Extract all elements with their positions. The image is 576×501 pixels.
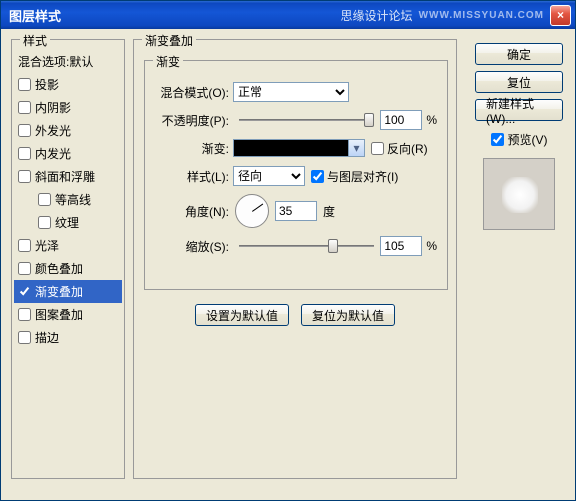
style-item-label: 图案叠加 <box>35 306 83 323</box>
style-checkbox[interactable] <box>38 193 51 206</box>
gradient-dropdown-icon[interactable]: ▾ <box>349 139 365 157</box>
style-checkbox[interactable] <box>18 331 31 344</box>
reverse-checkbox[interactable] <box>371 142 384 155</box>
style-item[interactable]: 内阴影 <box>14 96 122 119</box>
gradient-legend: 渐变 <box>153 53 183 70</box>
default-buttons-row: 设置为默认值 复位为默认值 <box>134 304 456 326</box>
cancel-button[interactable]: 复位 <box>475 71 563 93</box>
style-item[interactable]: 光泽 <box>14 234 122 257</box>
blend-mode-row: 混合模式(O): 正常 <box>155 81 437 103</box>
style-checkbox[interactable] <box>18 124 31 137</box>
style-item-label: 颜色叠加 <box>35 260 83 277</box>
scale-slider[interactable] <box>239 237 374 255</box>
angle-input[interactable] <box>275 201 317 221</box>
style-select[interactable]: 径向 <box>233 166 305 186</box>
layer-style-dialog: 图层样式 思缘设计论坛 WWW.MISSYUAN.COM × 样式 混合选项:默… <box>0 0 576 501</box>
style-item[interactable]: 斜面和浮雕 <box>14 165 122 188</box>
close-icon: × <box>557 8 564 22</box>
blend-options-header[interactable]: 混合选项:默认 <box>14 50 122 73</box>
align-checkbox-wrap[interactable]: 与图层对齐(I) <box>311 168 398 185</box>
gradient-row: 渐变: ▾ 反向(R) <box>155 137 437 159</box>
style-checkbox[interactable] <box>38 216 51 229</box>
style-list: 混合选项:默认 投影内阴影外发光内发光斜面和浮雕等高线纹理光泽颜色叠加渐变叠加图… <box>12 40 124 351</box>
styles-panel: 样式 混合选项:默认 投影内阴影外发光内发光斜面和浮雕等高线纹理光泽颜色叠加渐变… <box>11 39 125 479</box>
gradient-label: 渐变: <box>155 140 233 157</box>
opacity-slider[interactable] <box>239 111 374 129</box>
style-checkbox[interactable] <box>18 147 31 160</box>
effect-panel: 渐变叠加 渐变 混合模式(O): 正常 不透明度(P): % <box>133 39 457 479</box>
style-item[interactable]: 等高线 <box>14 188 122 211</box>
dialog-content: 样式 混合选项:默认 投影内阴影外发光内发光斜面和浮雕等高线纹理光泽颜色叠加渐变… <box>1 29 575 500</box>
style-item[interactable]: 内发光 <box>14 142 122 165</box>
scale-unit: % <box>426 239 437 253</box>
style-item-label: 外发光 <box>35 122 71 139</box>
style-item-label: 纹理 <box>55 214 79 231</box>
make-default-button[interactable]: 设置为默认值 <box>195 304 289 326</box>
style-item[interactable]: 图案叠加 <box>14 303 122 326</box>
style-item-label: 光泽 <box>35 237 59 254</box>
reverse-checkbox-wrap[interactable]: 反向(R) <box>371 140 428 157</box>
style-checkbox[interactable] <box>18 285 31 298</box>
style-item[interactable]: 纹理 <box>14 211 122 234</box>
titlebar: 图层样式 思缘设计论坛 WWW.MISSYUAN.COM × <box>1 1 575 29</box>
styles-legend: 样式 <box>20 32 50 49</box>
new-style-button[interactable]: 新建样式(W)... <box>475 99 563 121</box>
style-item[interactable]: 外发光 <box>14 119 122 142</box>
style-checkbox[interactable] <box>18 170 31 183</box>
gradient-preview[interactable] <box>233 139 349 157</box>
style-checkbox[interactable] <box>18 101 31 114</box>
style-item-label: 描边 <box>35 329 59 346</box>
watermark-text: 思缘设计论坛 <box>341 7 413 24</box>
opacity-row: 不透明度(P): % <box>155 109 437 131</box>
opacity-input[interactable] <box>380 110 422 130</box>
reset-default-button[interactable]: 复位为默认值 <box>301 304 395 326</box>
blend-mode-select[interactable]: 正常 <box>233 82 349 102</box>
style-item[interactable]: 投影 <box>14 73 122 96</box>
style-checkbox[interactable] <box>18 239 31 252</box>
opacity-unit: % <box>426 113 437 127</box>
effect-legend: 渐变叠加 <box>142 32 196 49</box>
style-row: 样式(L): 径向 与图层对齐(I) <box>155 165 437 187</box>
style-checkbox[interactable] <box>18 262 31 275</box>
scale-input[interactable] <box>380 236 422 256</box>
scale-label: 缩放(S): <box>155 238 233 255</box>
gradient-group: 渐变 混合模式(O): 正常 不透明度(P): % 渐变: ▾ <box>144 60 448 290</box>
opacity-label: 不透明度(P): <box>155 112 233 129</box>
style-checkbox[interactable] <box>18 308 31 321</box>
style-item-label: 渐变叠加 <box>35 283 83 300</box>
window-title: 图层样式 <box>5 6 341 25</box>
ok-button[interactable]: 确定 <box>475 43 563 65</box>
blend-mode-label: 混合模式(O): <box>155 84 233 101</box>
angle-label: 角度(N): <box>155 203 233 220</box>
style-item-label: 等高线 <box>55 191 91 208</box>
style-item-label: 内发光 <box>35 145 71 162</box>
style-item-label: 投影 <box>35 76 59 93</box>
scale-row: 缩放(S): % <box>155 235 437 257</box>
style-item-label: 斜面和浮雕 <box>35 168 95 185</box>
close-button[interactable]: × <box>550 5 571 26</box>
style-label: 样式(L): <box>155 168 233 185</box>
style-item[interactable]: 渐变叠加 <box>14 280 122 303</box>
style-item[interactable]: 颜色叠加 <box>14 257 122 280</box>
watermark-url: WWW.MISSYUAN.COM <box>419 10 544 21</box>
align-checkbox[interactable] <box>311 170 324 183</box>
style-checkbox[interactable] <box>18 78 31 91</box>
angle-row: 角度(N): 度 <box>155 193 437 229</box>
angle-unit: 度 <box>323 203 335 220</box>
style-item-label: 内阴影 <box>35 99 71 116</box>
preview-checkbox[interactable] <box>491 133 504 146</box>
style-item[interactable]: 描边 <box>14 326 122 349</box>
preview-swatch <box>483 158 555 230</box>
right-column: 确定 复位 新建样式(W)... 预览(V) <box>475 43 563 230</box>
angle-dial[interactable] <box>235 194 269 228</box>
preview-checkbox-wrap[interactable]: 预览(V) <box>475 131 563 148</box>
